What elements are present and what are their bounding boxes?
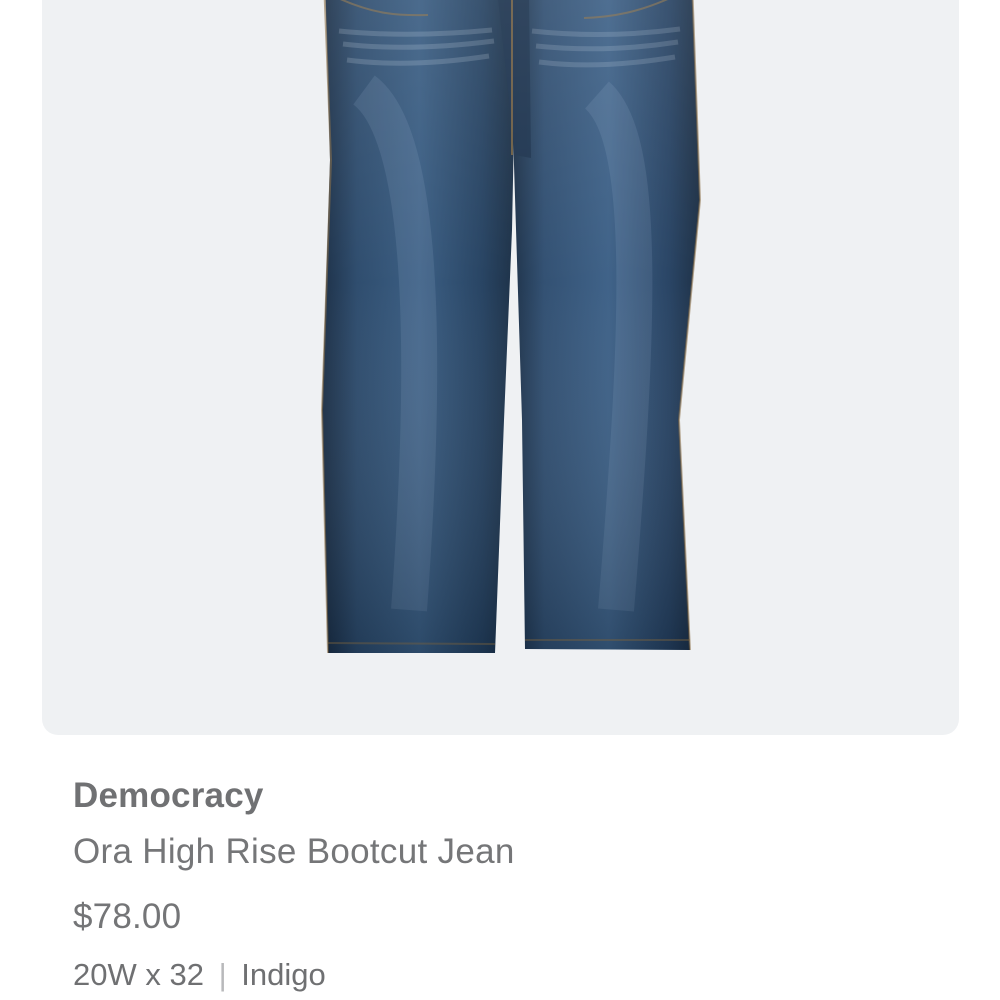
product-color: Indigo — [241, 957, 326, 992]
product-info: Democracy Ora High Rise Bootcut Jean $78… — [73, 772, 953, 997]
product-name: Ora High Rise Bootcut Jean — [73, 832, 515, 871]
brand-name: Democracy — [73, 776, 264, 815]
product-details: 20W x 32 | Indigo — [73, 953, 953, 997]
product-size: 20W x 32 — [73, 957, 204, 992]
product-page: Democracy Ora High Rise Bootcut Jean $78… — [0, 0, 1000, 1000]
jeans-product-image — [320, 0, 702, 654]
detail-separator: | — [218, 957, 227, 992]
product-price: $78.00 — [73, 897, 182, 936]
fade-overlay — [322, 0, 700, 653]
product-image-card[interactable] — [42, 0, 959, 735]
